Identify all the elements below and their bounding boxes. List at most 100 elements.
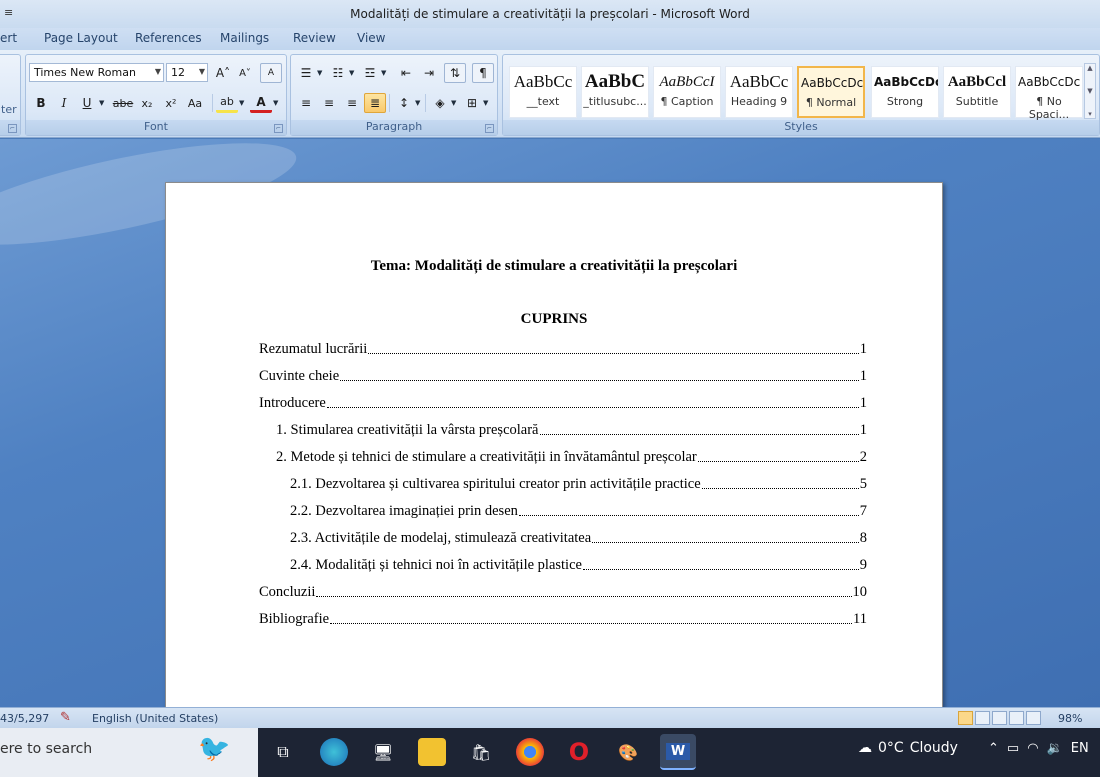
tab-page-layout[interactable]: Page Layout bbox=[44, 31, 118, 45]
show-marks-button[interactable]: ¶ bbox=[472, 63, 494, 83]
superscript-button[interactable]: x² bbox=[160, 93, 182, 113]
chevron-down-icon[interactable]: ▼ bbox=[451, 99, 456, 107]
document-page[interactable]: Tema: Modalități de stimulare a creativi… bbox=[165, 182, 943, 707]
chevron-down-icon[interactable]: ▼ bbox=[239, 99, 244, 107]
shrink-font-button[interactable]: A˅ bbox=[234, 63, 256, 83]
style-normal[interactable]: AaBbCcDc ¶ Normal bbox=[797, 66, 865, 118]
style-caption[interactable]: AaBbCcI ¶ Caption bbox=[653, 66, 721, 118]
font-name-combo[interactable]: Times New Roman ▼ bbox=[29, 63, 164, 82]
tab-references[interactable]: References bbox=[135, 31, 202, 45]
chevron-down-icon[interactable]: ▼ bbox=[273, 99, 278, 107]
wifi-icon[interactable]: ◠ bbox=[1027, 741, 1038, 756]
chevron-down-icon[interactable]: ▼ bbox=[1087, 87, 1092, 95]
word-count[interactable]: 43/5,297 bbox=[0, 712, 49, 725]
weather-widget[interactable]: ☁ 0°C Cloudy bbox=[858, 740, 958, 756]
chevron-down-icon[interactable]: ▼ bbox=[381, 69, 386, 77]
align-left-button[interactable]: ≡ bbox=[295, 93, 317, 113]
chrome-icon[interactable] bbox=[516, 738, 544, 766]
style-titlusubc[interactable]: AaBbC _titlusubc... bbox=[581, 66, 649, 118]
file-transfer-icon[interactable]: 🖥 bbox=[369, 738, 397, 766]
sort-button[interactable]: ⇅ bbox=[444, 63, 466, 83]
increase-indent-button[interactable]: ⇥ bbox=[418, 63, 440, 83]
word-icon[interactable]: W bbox=[660, 734, 696, 770]
align-right-button[interactable]: ≡ bbox=[341, 93, 363, 113]
justify-button[interactable]: ≣ bbox=[364, 93, 386, 113]
numbering-button[interactable]: ☷ bbox=[327, 63, 349, 83]
quick-access-menu-icon[interactable]: ≡ bbox=[4, 6, 13, 19]
language-indicator[interactable]: EN bbox=[1071, 741, 1089, 756]
chevron-up-icon[interactable]: ▲ bbox=[1087, 64, 1092, 72]
paint-icon[interactable]: 🎨 bbox=[614, 738, 642, 766]
chevron-down-icon[interactable]: ▼ bbox=[317, 69, 322, 77]
chevron-down-icon[interactable]: ▼ bbox=[415, 99, 420, 107]
bold-button[interactable]: B bbox=[30, 93, 52, 113]
proofing-icon[interactable]: ✎ bbox=[60, 710, 71, 725]
chevron-down-icon[interactable]: ▼ bbox=[349, 69, 354, 77]
chevron-up-icon[interactable]: ⌃ bbox=[988, 741, 999, 756]
file-explorer-icon[interactable] bbox=[418, 738, 446, 766]
tab-review[interactable]: Review bbox=[293, 31, 336, 45]
subscript-button[interactable]: x₂ bbox=[136, 93, 158, 113]
style-subtitle[interactable]: AaBbCcl Subtitle bbox=[943, 66, 1011, 118]
zoom-level[interactable]: 98% bbox=[1058, 712, 1082, 725]
tab-mailings[interactable]: Mailings bbox=[220, 31, 269, 45]
task-view-icon[interactable]: ⧉ bbox=[269, 738, 297, 766]
styles-gallery-scroll[interactable]: ▲ ▼ ▾ bbox=[1084, 63, 1096, 119]
grow-font-button[interactable]: A˄ bbox=[212, 63, 234, 83]
toc-entry[interactable]: 2.2. Dezvoltarea imaginației prin desen 7 bbox=[290, 500, 867, 520]
toc-entry[interactable]: 2.3. Activitățile de modelaj, stimulează… bbox=[290, 527, 867, 547]
toc-entry[interactable]: 2.4. Modalități și tehnici noi în activi… bbox=[290, 554, 867, 574]
battery-icon[interactable]: ▭ bbox=[1007, 741, 1019, 756]
strikethrough-button[interactable]: abe bbox=[112, 93, 134, 113]
print-layout-view-icon[interactable] bbox=[958, 711, 973, 725]
font-color-button[interactable]: A bbox=[250, 93, 272, 113]
toc-entry[interactable]: Rezumatul lucrării 1 bbox=[259, 338, 867, 358]
chevron-down-icon[interactable]: ▼ bbox=[99, 99, 104, 107]
chevron-down-icon[interactable]: ▼ bbox=[483, 99, 488, 107]
volume-icon[interactable]: 🔉 bbox=[1047, 741, 1063, 756]
toc-entry[interactable]: 2.1. Dezvoltarea și cultivarea spiritulu… bbox=[290, 473, 867, 493]
underline-button[interactable]: U bbox=[76, 93, 98, 113]
status-bar: 43/5,297 ✎ English (United States) 98% bbox=[0, 707, 1100, 728]
tab-view[interactable]: View bbox=[357, 31, 385, 45]
more-icon[interactable]: ▾ bbox=[1088, 110, 1092, 118]
full-screen-reading-view-icon[interactable] bbox=[975, 711, 990, 725]
style-no-spacing[interactable]: AaBbCcDc ¶ No Spaci... bbox=[1015, 66, 1083, 121]
edge-icon[interactable] bbox=[320, 738, 348, 766]
opera-icon[interactable]: O bbox=[565, 738, 593, 766]
paragraph-dialog-launcher-icon[interactable]: ⌐ bbox=[485, 124, 494, 133]
toc-entry[interactable]: Cuvinte cheie 1 bbox=[259, 365, 867, 385]
style-heading-9[interactable]: AaBbCc Heading 9 bbox=[725, 66, 793, 118]
web-layout-view-icon[interactable] bbox=[992, 711, 1007, 725]
font-size-combo[interactable]: 12 ▼ bbox=[166, 63, 208, 82]
language-indicator[interactable]: English (United States) bbox=[92, 712, 218, 725]
toc-entry[interactable]: Introducere 1 bbox=[259, 392, 867, 412]
bullets-button[interactable]: ☰ bbox=[295, 63, 317, 83]
change-case-button[interactable]: Aa bbox=[184, 93, 206, 113]
shading-button[interactable]: ◈ bbox=[429, 93, 451, 113]
taskbar-search-box[interactable]: ere to search 🐦 bbox=[0, 728, 258, 777]
style-strong[interactable]: AaBbCcDc Strong bbox=[871, 66, 939, 118]
borders-button[interactable]: ⊞ bbox=[461, 93, 483, 113]
line-spacing-button[interactable]: ↕ bbox=[393, 93, 415, 113]
align-center-button[interactable]: ≡ bbox=[318, 93, 340, 113]
toc-entry[interactable]: 2. Metode și tehnici de stimulare a crea… bbox=[276, 446, 867, 466]
sort-icon: ⇅ bbox=[449, 66, 461, 80]
draft-view-icon[interactable] bbox=[1026, 711, 1041, 725]
clear-formatting-button[interactable]: A bbox=[260, 63, 282, 83]
toc-entry[interactable]: Concluzii 10 bbox=[259, 581, 867, 601]
toc-entry[interactable]: 1. Stimularea creativității la vârsta pr… bbox=[276, 419, 867, 439]
justify-icon: ≣ bbox=[369, 96, 381, 110]
document-area[interactable]: Tema: Modalități de stimulare a creativi… bbox=[0, 139, 1100, 707]
outline-view-icon[interactable] bbox=[1009, 711, 1024, 725]
italic-button[interactable]: I bbox=[53, 93, 75, 113]
clipboard-launcher-icon[interactable]: ⌐ bbox=[8, 124, 17, 133]
toc-entry[interactable]: Bibliografie 11 bbox=[259, 608, 867, 628]
store-icon[interactable]: 🛍 bbox=[467, 738, 495, 766]
style-text[interactable]: AaBbCc __text bbox=[509, 66, 577, 118]
highlight-button[interactable]: ab bbox=[216, 93, 238, 113]
decrease-indent-button[interactable]: ⇤ bbox=[395, 63, 417, 83]
font-dialog-launcher-icon[interactable]: ⌐ bbox=[274, 124, 283, 133]
multilevel-list-button[interactable]: ☲ bbox=[359, 63, 381, 83]
tab-insert[interactable]: ert bbox=[0, 31, 17, 45]
